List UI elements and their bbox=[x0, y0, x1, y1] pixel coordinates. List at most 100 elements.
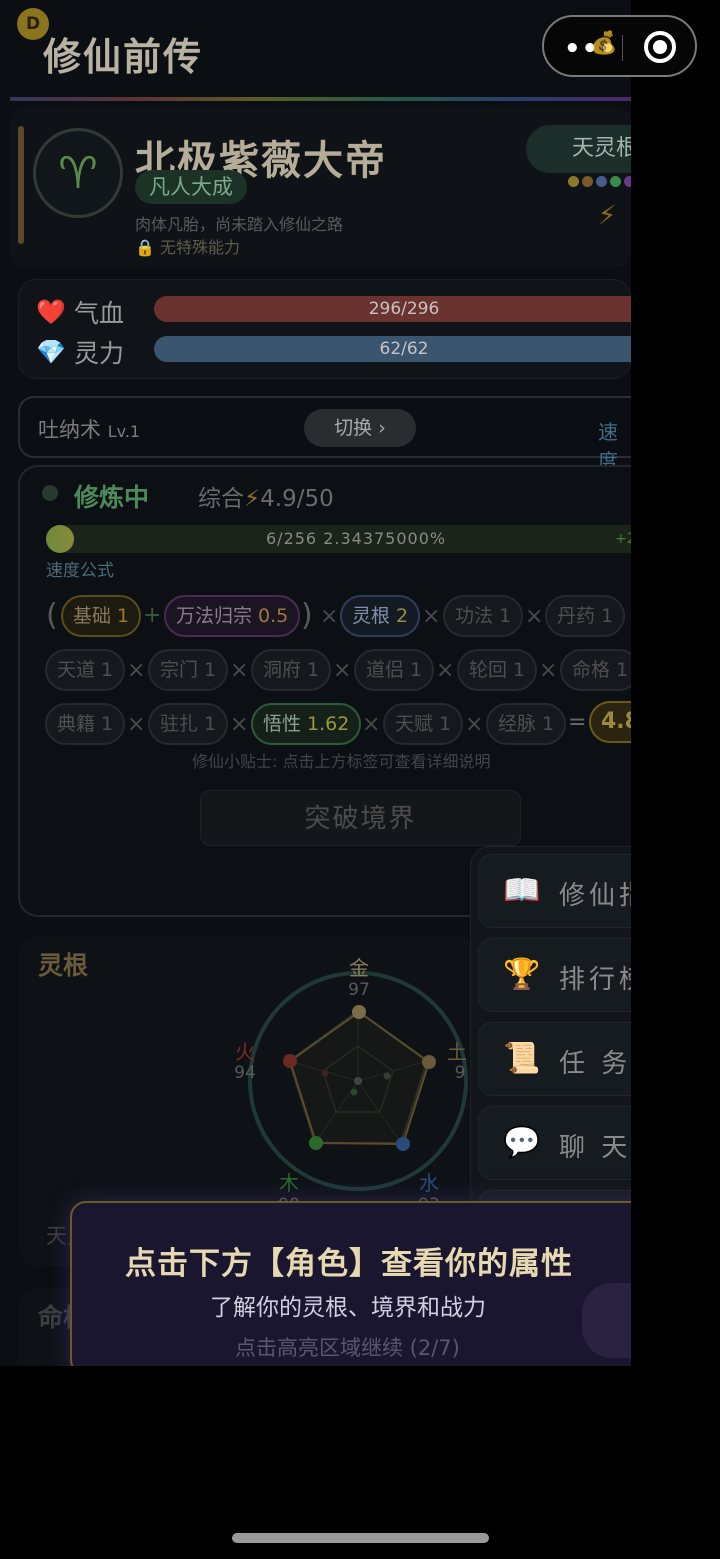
technique-label: 吐纳术 bbox=[38, 418, 101, 442]
menu-item-label: 任 务 bbox=[559, 1049, 631, 1079]
factor-chip-wanfa[interactable]: 万法归宗 0.5 bbox=[164, 595, 301, 637]
op-times: × bbox=[333, 658, 352, 683]
element-label-fire: 火 bbox=[235, 1040, 255, 1064]
cultivation-status: 修炼中 bbox=[74, 483, 150, 512]
money-bag-icon: 💰 bbox=[590, 31, 618, 56]
op-times: × bbox=[436, 658, 455, 683]
overall-prefix: 综合 bbox=[198, 486, 244, 512]
factor-chip-wuxing[interactable]: 悟性 1.62 bbox=[251, 703, 362, 745]
factor-chip-daolv[interactable]: 道侣 1 bbox=[354, 649, 435, 691]
factor-chip-zhuzha[interactable]: 驻扎 1 bbox=[148, 703, 229, 745]
chip-value: 2 bbox=[396, 605, 409, 627]
paren-close: ) bbox=[301, 598, 313, 633]
tutorial-highlight-orb bbox=[582, 1283, 631, 1358]
chip-label: 轮回 bbox=[469, 659, 508, 681]
menu-item-label: 排行榜 bbox=[559, 965, 631, 995]
chip-value: 1 bbox=[410, 659, 423, 681]
gem-dot bbox=[568, 176, 579, 187]
progress-knob bbox=[46, 525, 74, 553]
radar-point-fire bbox=[283, 1054, 297, 1068]
radar-point-water bbox=[396, 1137, 410, 1151]
character-ability: 🔒 无特殊能力 bbox=[135, 234, 240, 258]
factor-chip-tiandao[interactable]: 天道 1 bbox=[45, 649, 126, 691]
chip-label: 宗门 bbox=[160, 659, 199, 681]
chip-label: 功法 bbox=[455, 605, 494, 627]
menu-item-ranking[interactable]: 🏆 排行榜 bbox=[478, 938, 631, 1012]
factor-chip-dongfu[interactable]: 洞府 1 bbox=[251, 649, 332, 691]
chip-value: 1 bbox=[117, 605, 130, 627]
element-label-metal: 金 bbox=[349, 956, 369, 980]
factor-chip-gongfa[interactable]: 功法 1 bbox=[443, 595, 524, 637]
op-times: × bbox=[525, 604, 544, 629]
element-label-wood: 木 bbox=[279, 1171, 299, 1195]
status-indicator bbox=[42, 485, 58, 501]
hp-row: ❤️ 气血 bbox=[36, 294, 124, 330]
spirit-root-badge[interactable]: 天灵根 bbox=[526, 125, 631, 173]
radar-point-metal bbox=[352, 1005, 366, 1019]
factor-chip-tianfu[interactable]: 天赋 1 bbox=[383, 703, 464, 745]
chip-value: 1 bbox=[499, 605, 512, 627]
menu-item-tasks[interactable]: 📜 任 务 bbox=[478, 1022, 631, 1096]
factor-chip-lingen[interactable]: 灵根 2 bbox=[340, 595, 421, 637]
scroll-icon: 📜 bbox=[503, 1041, 541, 1076]
element-value-fire: 94 bbox=[234, 1063, 256, 1083]
chip-value: 1 bbox=[616, 659, 629, 681]
radar-center bbox=[354, 1077, 362, 1085]
lock-icon: 🔒 bbox=[135, 238, 155, 257]
chip-value: 1 bbox=[601, 605, 614, 627]
capsule-divider bbox=[622, 35, 623, 61]
switch-technique-button[interactable]: 切换 › bbox=[304, 409, 416, 447]
home-indicator[interactable] bbox=[232, 1533, 489, 1543]
chip-value: 1 bbox=[513, 659, 526, 681]
gem-dot bbox=[624, 176, 631, 187]
chip-label: 典籍 bbox=[57, 713, 96, 735]
chip-label: 基础 bbox=[73, 605, 112, 627]
factor-chip-mingge[interactable]: 命格 1 bbox=[560, 649, 631, 691]
menu-item-chat[interactable]: 💬 聊 天 bbox=[478, 1106, 631, 1180]
factor-chip-dianji[interactable]: 典籍 1 bbox=[45, 703, 126, 745]
element-label-earth: 土 bbox=[447, 1040, 467, 1064]
technique-name: 吐纳术 Lv.1 bbox=[38, 414, 140, 444]
diamond-icon: 💎 bbox=[36, 338, 66, 366]
factor-chip-base[interactable]: 基础 1 bbox=[61, 595, 142, 637]
factor-chip-danyao[interactable]: 丹药 1 bbox=[545, 595, 626, 637]
mp-bar: 62/62 bbox=[154, 336, 631, 362]
chat-icon: 💬 bbox=[503, 1125, 541, 1160]
op-times: × bbox=[320, 604, 339, 629]
avatar[interactable]: ♈ bbox=[33, 128, 123, 218]
progress-text: 6/256 2.34375000% bbox=[266, 529, 447, 548]
menu-item-guide[interactable]: 📖 修仙指 bbox=[478, 854, 631, 928]
radar-inner-point bbox=[383, 1072, 391, 1080]
overall-value: 4.9/50 bbox=[260, 486, 334, 512]
formula-label: 速度公式 bbox=[46, 561, 114, 581]
gem-dot bbox=[610, 176, 621, 187]
technique-level: Lv.1 bbox=[107, 422, 141, 441]
chip-value: 1.62 bbox=[307, 713, 350, 735]
radar-point-earth bbox=[422, 1055, 436, 1069]
chip-label: 天道 bbox=[57, 659, 96, 681]
element-value-earth: 9 bbox=[454, 1063, 466, 1083]
bolt-icon: ⚡ bbox=[244, 486, 261, 512]
chip-value: 1 bbox=[542, 713, 555, 735]
chip-label: 万法归宗 bbox=[176, 605, 253, 627]
close-miniprogram-icon[interactable] bbox=[644, 31, 676, 63]
op-times: × bbox=[230, 712, 249, 737]
realm-badge: 凡人大成 bbox=[135, 170, 247, 204]
book-icon: 📖 bbox=[503, 873, 541, 908]
gem-dot bbox=[596, 176, 607, 187]
mp-row: 💎 灵力 bbox=[36, 334, 124, 370]
op-times: × bbox=[539, 658, 558, 683]
tutorial-step: 点击高亮区域继续 (2/7) bbox=[235, 1336, 460, 1360]
factor-chip-jingmai[interactable]: 经脉 1 bbox=[486, 703, 567, 745]
breakthrough-button[interactable]: 突破境界 bbox=[200, 790, 521, 846]
chip-label: 驻扎 bbox=[160, 713, 199, 735]
factor-chip-zongmen[interactable]: 宗门 1 bbox=[148, 649, 229, 691]
tutorial-title: 点击下方【角色】查看你的属性 bbox=[125, 1246, 573, 1282]
speed-result[interactable]: 4.8 bbox=[589, 701, 631, 743]
radar-inner-point bbox=[350, 1088, 358, 1096]
factor-chip-lunhui[interactable]: 轮回 1 bbox=[457, 649, 538, 691]
element-gem-dots bbox=[568, 176, 631, 187]
radar-point-wood bbox=[309, 1136, 323, 1150]
element-value-metal: 97 bbox=[348, 980, 370, 1000]
chip-label: 命格 bbox=[572, 659, 611, 681]
